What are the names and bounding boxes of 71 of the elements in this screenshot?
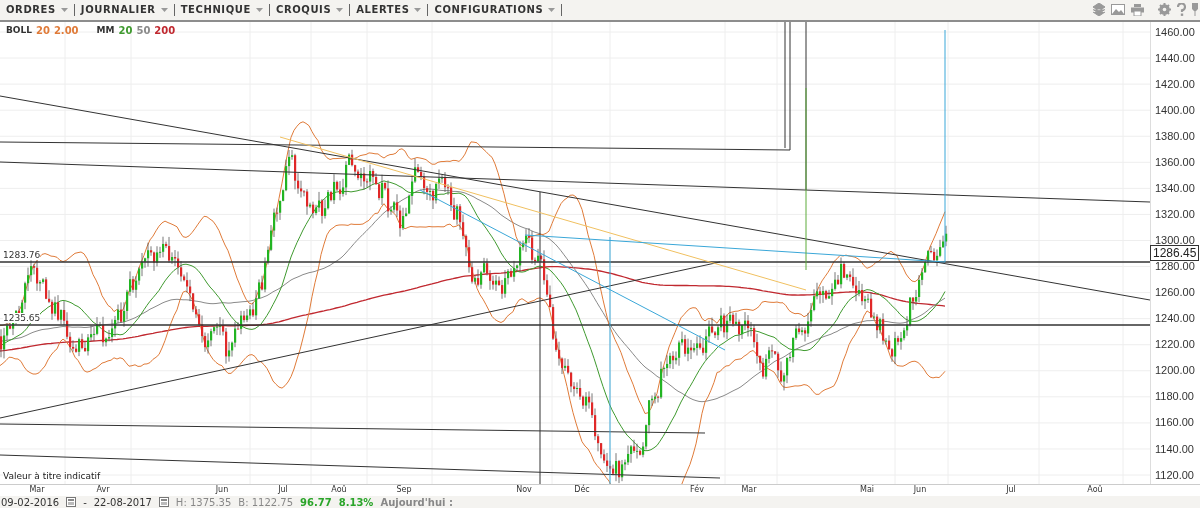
time-tick-label: Aoû bbox=[1087, 484, 1103, 494]
price-tick-label: 1200.00 bbox=[1155, 364, 1195, 377]
time-tick-label: Mai bbox=[860, 484, 874, 494]
indicator-parameter: 200 bbox=[154, 24, 176, 36]
price-tick-label: 1240.00 bbox=[1155, 312, 1195, 325]
change-value: 96.77 bbox=[300, 496, 332, 508]
image-icon[interactable] bbox=[1111, 4, 1125, 16]
time-tick-label: Jul bbox=[278, 484, 288, 494]
high-value: H: 1375.35 bbox=[175, 496, 232, 508]
indicator-parameter: 2.00 bbox=[53, 24, 79, 36]
caret-icon bbox=[336, 7, 344, 12]
time-tick-label: Sep bbox=[396, 484, 412, 494]
price-tick-label: 1220.00 bbox=[1155, 338, 1195, 351]
caret-icon bbox=[414, 7, 422, 12]
price-tick-label: 1120.00 bbox=[1155, 468, 1194, 481]
change-percent: 8.13% bbox=[338, 496, 374, 508]
menu-item[interactable]: JOURNALIER bbox=[74, 3, 175, 16]
time-tick-label: Mar bbox=[741, 484, 757, 494]
pin-icon[interactable] bbox=[1192, 3, 1198, 17]
indicator-name: BOLL bbox=[6, 24, 32, 36]
level-label: 1235.65 bbox=[3, 312, 41, 323]
today-label: Aujourd'hui : bbox=[380, 496, 453, 508]
menu-item[interactable]: CONFIGURATIONS bbox=[428, 3, 563, 16]
price-tick-label: 1260.00 bbox=[1155, 286, 1195, 299]
price-tick-label: 1180.00 bbox=[1155, 390, 1194, 403]
time-tick-label: Fév bbox=[690, 484, 704, 494]
price-tick-label: 1140.00 bbox=[1155, 442, 1194, 455]
time-tick-label: Aoû bbox=[331, 484, 347, 494]
indicator-parameter: 20 bbox=[36, 24, 50, 36]
help-icon[interactable] bbox=[1177, 3, 1186, 17]
price-tick-label: 1320.00 bbox=[1155, 207, 1195, 220]
price-tick-label: 1420.00 bbox=[1155, 77, 1195, 90]
calendar-icon[interactable] bbox=[66, 497, 77, 508]
caret-icon bbox=[160, 7, 168, 12]
settings-icon[interactable] bbox=[1158, 3, 1171, 17]
print-icon[interactable] bbox=[1131, 3, 1144, 16]
menu-item[interactable]: CROQUIS bbox=[269, 3, 351, 16]
time-tick-label: Jun bbox=[215, 484, 229, 494]
end-date[interactable]: 22-08-2017 bbox=[93, 496, 152, 508]
layers-icon[interactable] bbox=[1093, 3, 1105, 17]
start-date[interactable]: 09-02-2016 bbox=[1, 496, 60, 508]
price-tick-label: 1380.00 bbox=[1155, 129, 1195, 142]
indicator-parameter: 50 bbox=[136, 24, 151, 36]
time-tick-label: Mar bbox=[29, 484, 45, 494]
low-value: B: 1122.75 bbox=[238, 496, 294, 508]
price-tick-label: 1400.00 bbox=[1155, 103, 1195, 116]
caret-icon bbox=[255, 7, 263, 12]
level-label: 1283.76 bbox=[3, 249, 41, 260]
time-tick-label: Déc bbox=[574, 484, 590, 494]
calendar-icon[interactable] bbox=[158, 497, 169, 508]
price-tick-label: 1300.00 bbox=[1155, 234, 1195, 246]
time-tick-label: Jun bbox=[913, 484, 927, 494]
menu-item[interactable]: ORDRES bbox=[0, 3, 75, 16]
price-tick-label: 1460.00 bbox=[1155, 25, 1195, 38]
time-tick-label: Avr bbox=[96, 484, 110, 494]
disclaimer-text: Valeur à titre indicatif bbox=[3, 470, 101, 481]
indicator-name: MM bbox=[96, 24, 115, 36]
range-separator: - bbox=[83, 496, 87, 508]
time-tick-label: Nov bbox=[516, 484, 532, 494]
indicator-parameter: 20 bbox=[118, 24, 133, 36]
current-price-label: 1286.45 bbox=[1150, 244, 1200, 261]
price-tick-label: 1340.00 bbox=[1155, 181, 1195, 194]
price-tick-label: 1360.00 bbox=[1155, 155, 1195, 168]
caret-icon bbox=[60, 7, 68, 12]
price-tick-label: 1160.00 bbox=[1155, 416, 1194, 429]
menu-item[interactable]: TECHNIQUE bbox=[174, 3, 270, 16]
menu-item[interactable]: ALERTES bbox=[350, 3, 429, 16]
price-tick-label: 1280.00 bbox=[1155, 260, 1195, 273]
time-tick-label: Jul bbox=[1006, 484, 1016, 494]
price-tick-label: 1440.00 bbox=[1155, 51, 1195, 64]
caret-icon bbox=[548, 7, 556, 12]
